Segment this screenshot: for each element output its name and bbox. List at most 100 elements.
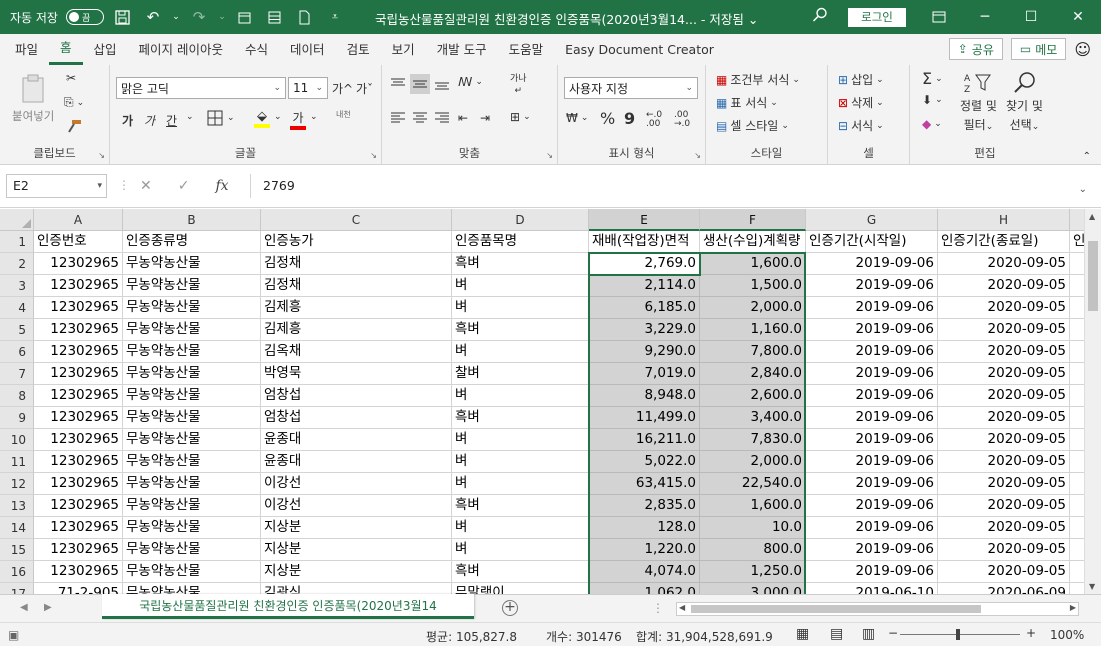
align-bottom-icon[interactable] <box>434 77 450 91</box>
table-cell[interactable]: 71-2-905 <box>34 583 123 594</box>
table-cell[interactable]: 무농약농산물 <box>123 275 261 297</box>
table-cell[interactable]: 김옥채 <box>261 341 452 363</box>
number-launcher-icon[interactable]: ↘ <box>694 151 701 160</box>
login-button[interactable]: 로그인 <box>848 8 906 27</box>
cancel-icon[interactable]: ✕ <box>140 178 152 194</box>
enter-icon[interactable]: ✓ <box>178 178 190 194</box>
zoom-slider[interactable] <box>900 634 1020 635</box>
table-cell[interactable]: 흑벼 <box>452 253 589 275</box>
table-cell[interactable]: 2019-09-06 <box>806 539 938 561</box>
table-cell[interactable]: 2,600.0 <box>700 385 806 407</box>
tab-view[interactable]: 보기 <box>381 34 426 65</box>
table-cell[interactable]: 벼 <box>452 429 589 451</box>
table-cell[interactable]: 7,800.0 <box>700 341 806 363</box>
close-button[interactable]: ✕ <box>1055 0 1101 34</box>
table-cell[interactable]: 1,220.0 <box>589 539 700 561</box>
scroll-left-icon[interactable]: ◀ <box>679 603 685 612</box>
table-cell[interactable]: 흑벼 <box>452 561 589 583</box>
tab-file[interactable]: 파일 <box>4 34 49 65</box>
table-cell[interactable]: 2019-09-06 <box>806 473 938 495</box>
phonetic-button[interactable]: 내천 <box>336 109 351 120</box>
font-name-select[interactable]: 맑은 고딕 ⌄ <box>116 77 286 99</box>
align-middle-icon[interactable] <box>410 74 430 94</box>
scroll-right-icon[interactable]: ▶ <box>1070 603 1076 612</box>
increase-decimal-icon[interactable]: ←.0.00 <box>646 111 662 129</box>
table-cell[interactable]: 12302965 <box>34 473 123 495</box>
table-cell[interactable]: 3,000.0 <box>700 583 806 594</box>
table-cell[interactable]: 벼 <box>452 517 589 539</box>
table-cell[interactable]: 63,415.0 <box>589 473 700 495</box>
normal-view-icon[interactable]: ▦ <box>796 626 809 642</box>
horizontal-scroll-thumb[interactable] <box>691 605 981 613</box>
clipboard-launcher-icon[interactable]: ↘ <box>98 151 105 160</box>
decrease-font-size-button[interactable]: 가ˇ <box>356 80 373 97</box>
table-cell[interactable]: 무농약농산물 <box>123 319 261 341</box>
table-cell[interactable]: 2019-09-06 <box>806 297 938 319</box>
row-header[interactable]: 2 <box>0 253 34 275</box>
tab-home[interactable]: 홈 <box>49 34 83 65</box>
table-cell[interactable]: 윤종대 <box>261 429 452 451</box>
table-cell[interactable]: 무농약농산물 <box>123 539 261 561</box>
table-cell[interactable]: 12302965 <box>34 539 123 561</box>
table-cell[interactable]: 2020-09-05 <box>938 385 1070 407</box>
accounting-format-icon[interactable]: ₩ ⌄ <box>566 111 588 125</box>
column-header-e[interactable]: E <box>589 209 700 231</box>
font-launcher-icon[interactable]: ↘ <box>370 151 377 160</box>
new-sheet-icon[interactable] <box>234 6 256 28</box>
smiley-feedback-icon[interactable]: ☺ <box>1074 40 1091 59</box>
table-cell[interactable]: 12302965 <box>34 363 123 385</box>
macro-record-icon[interactable]: ▣ <box>8 628 19 642</box>
table-cell[interactable]: 7,019.0 <box>589 363 700 385</box>
table-cell[interactable]: 김광식 <box>261 583 452 594</box>
orientation-icon[interactable]: ꟿ ⌄ <box>458 75 483 89</box>
table-cell[interactable]: 무농약농산물 <box>123 385 261 407</box>
table-cell[interactable]: 2019-09-06 <box>806 319 938 341</box>
sort-filter-button[interactable]: AZ 정렬 및 필터⌄ <box>960 71 997 133</box>
table-cell[interactable]: 김제흥 <box>261 297 452 319</box>
row-header[interactable]: 14 <box>0 517 34 539</box>
column-header-d[interactable]: D <box>452 209 589 231</box>
column-header-f[interactable]: F <box>700 209 806 231</box>
table-cell[interactable]: 3,400.0 <box>700 407 806 429</box>
table-cell[interactable]: 128.0 <box>589 517 700 539</box>
table-cell[interactable]: 2,000.0 <box>700 297 806 319</box>
table-cell[interactable]: 윤종대 <box>261 451 452 473</box>
table-cell[interactable]: 김정채 <box>261 253 452 275</box>
table-cell[interactable]: 2,000.0 <box>700 451 806 473</box>
borders-icon[interactable]: ⌄ <box>206 109 235 127</box>
table-cell[interactable]: 2,769.0 <box>588 252 701 276</box>
font-color-button[interactable]: 가 <box>290 109 306 130</box>
decrease-decimal-icon[interactable]: .00 →.0 <box>674 111 690 129</box>
underline-button[interactable]: 간 <box>166 112 177 129</box>
row-header[interactable]: 10 <box>0 429 34 451</box>
increase-font-size-button[interactable]: 가^ <box>332 80 353 97</box>
table-cell[interactable]: 흑벼 <box>452 319 589 341</box>
table-cell[interactable]: 1,160.0 <box>700 319 806 341</box>
comments-button[interactable]: ▭ 메모 <box>1010 38 1067 60</box>
customize-quick-access-icon[interactable]: ⩡ <box>324 6 346 28</box>
table-cell[interactable]: 무농약농산물 <box>123 363 261 385</box>
table-cell[interactable]: 2020-09-05 <box>938 341 1070 363</box>
redo-icon[interactable]: ↷ <box>188 6 210 28</box>
next-sheet-icon[interactable]: ▶ <box>44 602 52 613</box>
table-icon[interactable] <box>264 6 286 28</box>
table-cell[interactable]: 이강선 <box>261 473 452 495</box>
row-header[interactable]: 1 <box>0 231 34 253</box>
table-cell[interactable]: 2019-09-06 <box>806 363 938 385</box>
table-cell[interactable]: 찰벼 <box>452 363 589 385</box>
undo-dropdown-icon[interactable]: ⌄ <box>172 6 180 28</box>
wrap-text-button[interactable]: 가나 ↵ <box>510 75 527 96</box>
table-cell[interactable]: 벼 <box>452 385 589 407</box>
tab-insert[interactable]: 삽입 <box>83 34 128 65</box>
table-cell[interactable]: 무농약농산물 <box>123 473 261 495</box>
table-cell[interactable]: 8,948.0 <box>589 385 700 407</box>
table-cell[interactable]: 12302965 <box>34 429 123 451</box>
merge-center-icon[interactable]: ⊞ ⌄ <box>510 110 531 124</box>
table-cell[interactable]: 엄창섭 <box>261 385 452 407</box>
table-cell[interactable]: 16,211.0 <box>589 429 700 451</box>
column-header-c[interactable]: C <box>261 209 452 231</box>
table-cell[interactable]: 무농약농산물 <box>123 583 261 594</box>
tab-review[interactable]: 검토 <box>336 34 381 65</box>
column-header-h[interactable]: H <box>938 209 1070 231</box>
table-cell[interactable]: 6,185.0 <box>589 297 700 319</box>
